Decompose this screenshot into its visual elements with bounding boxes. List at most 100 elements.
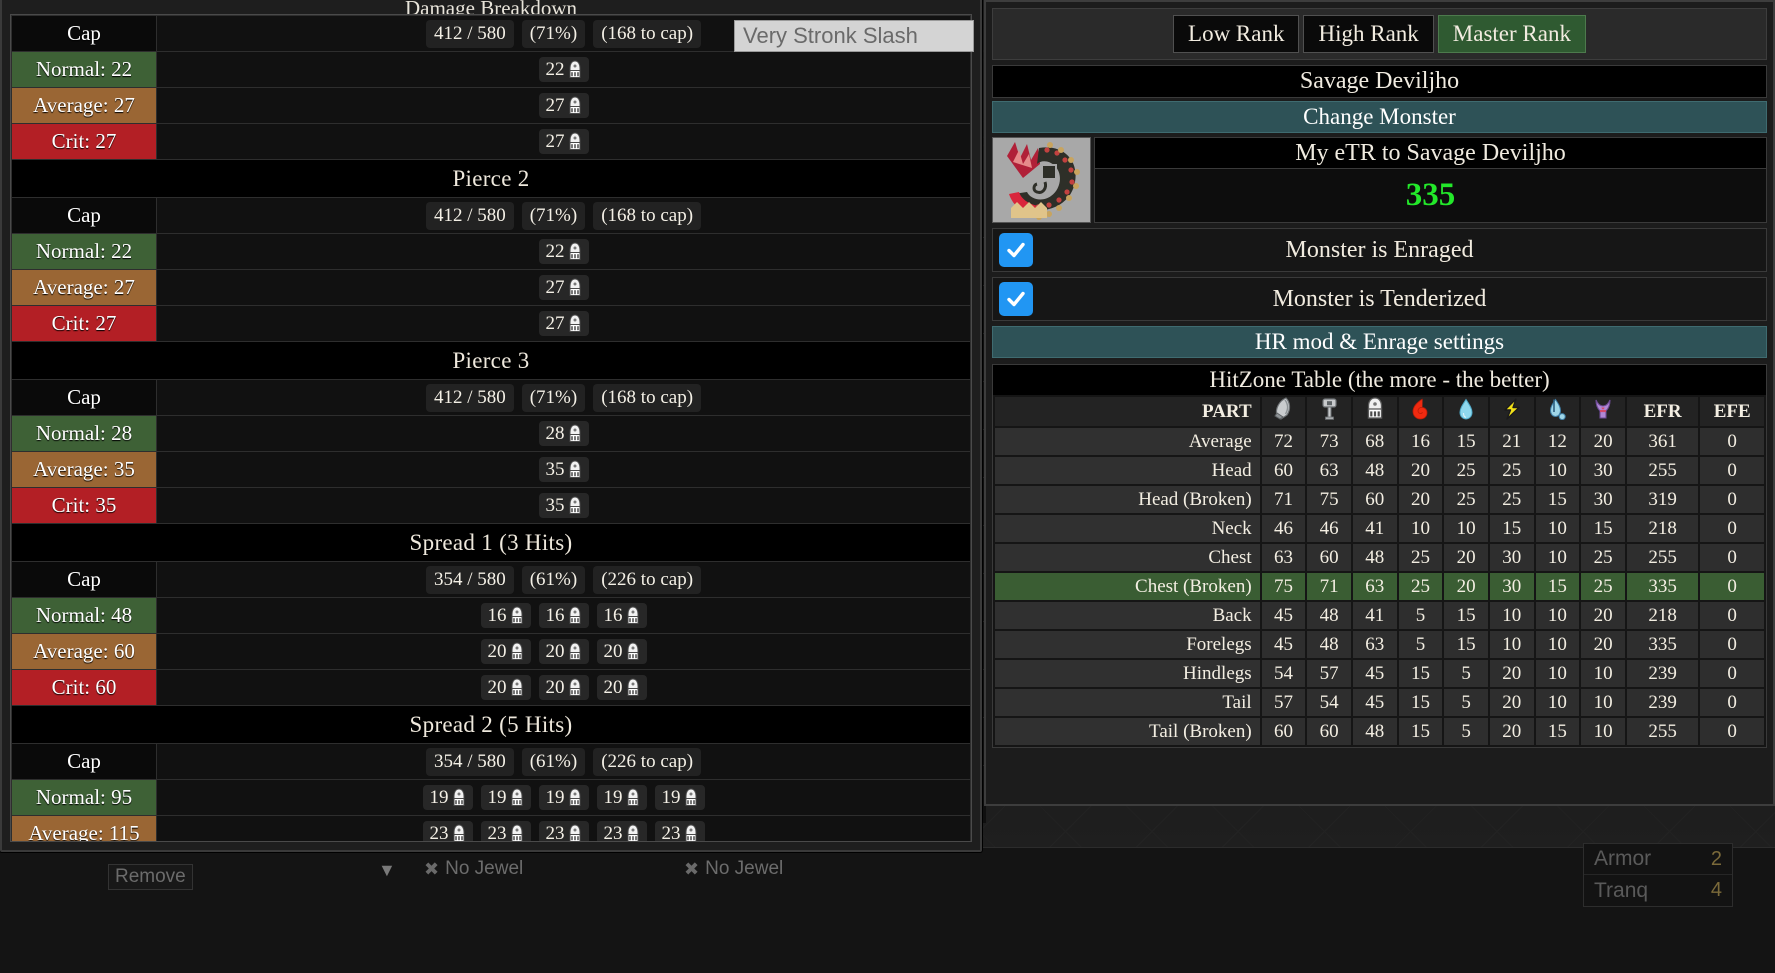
hitzone-row[interactable]: Head 60 63 48 20 25 25 10 30 255 0	[995, 457, 1764, 484]
hitzone-row-part: Forelegs	[995, 631, 1260, 658]
damage-hit-chip: 23	[654, 820, 705, 842]
hitzone-cell-dragon: 30	[1581, 457, 1625, 484]
damage-cap-to-cap: (226 to cap)	[593, 565, 702, 594]
hitzone-cell-dragon: 25	[1581, 544, 1625, 571]
etr-title: My eTR to Savage Deviljho	[1094, 137, 1767, 169]
enraged-checkbox-row[interactable]: Monster is Enraged	[992, 228, 1767, 272]
damage-cap-values: 354 / 580 (61%) (226 to cap)	[156, 743, 971, 780]
damage-breakdown-body[interactable]: Cap 412 / 580 (71%) (168 to cap) Normal: 22 2…	[10, 14, 972, 842]
damage-hit-chip: 27	[538, 274, 589, 301]
damage-hit-chip: 19	[480, 784, 531, 811]
damage-row-label-crit: Crit: 27	[11, 123, 157, 160]
hitzone-cell-thunder: 30	[1489, 573, 1534, 600]
damage-row-label-average: Average: 115	[11, 815, 157, 841]
damage-hit-value: 23	[661, 822, 681, 842]
damage-hit-chip: 20	[538, 674, 589, 701]
damage-section-header: Pierce 2	[11, 159, 971, 198]
hitzone-row-part: Average	[995, 428, 1260, 455]
damage-hit-chip: 28	[538, 420, 589, 447]
hitzone-row[interactable]: Hindlegs 54 57 45 15 5 20 10 10 239 0	[995, 660, 1764, 687]
armor-row: Armor 2	[1584, 844, 1732, 875]
hitzone-cell-thunder: 20	[1489, 689, 1534, 716]
hitzone-cell-dragon: 25	[1581, 573, 1625, 600]
tenderized-checkbox-row[interactable]: Monster is Tenderized	[992, 277, 1767, 321]
hitzone-row[interactable]: Average 72 73 68 16 15 21 12 20 361 0	[995, 428, 1764, 455]
hitzone-row-part: Chest	[995, 544, 1260, 571]
hitzone-cell-water: 20	[1444, 573, 1488, 600]
hitzone-cell-ice: 10	[1535, 631, 1580, 658]
damage-hit-chip: 23	[422, 820, 473, 841]
rank-button-low[interactable]: Low Rank	[1173, 15, 1300, 53]
enraged-label: Monster is Enraged	[1285, 236, 1474, 263]
hitzone-cell-fire: 25	[1398, 544, 1443, 571]
damage-hit-value: 27	[545, 94, 565, 116]
hitzone-cell-dragon: 20	[1581, 602, 1625, 629]
jewel-slot-2-label: No Jewel	[705, 858, 784, 879]
hitzone-col-efr: EFR	[1626, 397, 1699, 426]
hitzone-cell-slash: 54	[1261, 660, 1306, 687]
damage-hit-value: 20	[545, 640, 565, 662]
tenderized-checkbox[interactable]	[999, 282, 1033, 316]
damage-hit-chip: 19	[596, 784, 647, 811]
hitzone-cell-blunt: 48	[1307, 631, 1351, 658]
damage-hit-value: 23	[603, 822, 623, 842]
hitzone-cell-thunder: 25	[1489, 457, 1534, 484]
damage-row-hits: 20 20 20	[156, 633, 971, 670]
hitzone-col-efe: EFE	[1700, 397, 1764, 426]
etr-section: My eTR to Savage Deviljho 335	[992, 137, 1767, 223]
tenderized-label: Monster is Tenderized	[1272, 285, 1487, 312]
tranq-label: Tranq	[1594, 878, 1649, 902]
thunder-icon	[1502, 397, 1522, 426]
enraged-checkbox[interactable]	[999, 233, 1033, 267]
hitzone-row[interactable]: Tail (Broken) 60 60 48 15 5 20 15 10 255 0	[995, 718, 1764, 745]
damage-row-label-normal: Normal: 22	[11, 233, 157, 270]
jewel-slot-1[interactable]: ✖ No Jewel	[424, 858, 523, 880]
damage-hit-chip: 19	[538, 784, 589, 811]
hitzone-cell-water: 20	[1444, 544, 1488, 571]
hitzone-cell-ice: 10	[1535, 689, 1580, 716]
hitzone-row[interactable]: Forelegs 45 48 63 5 15 10 10 20 335 0	[995, 631, 1764, 658]
damage-row: Normal: 28 28	[11, 415, 971, 452]
remove-button[interactable]: Remove	[108, 864, 193, 890]
hitzone-row[interactable]: Head (Broken) 71 75 60 20 25 25 15 30 319 0	[995, 486, 1764, 513]
damage-table: Cap 412 / 580 (71%) (168 to cap) Normal: 22 2…	[11, 15, 971, 842]
rank-button-master[interactable]: Master Rank	[1437, 15, 1586, 53]
hitzone-cell-thunder: 10	[1489, 631, 1534, 658]
ammo-icon	[626, 642, 640, 661]
damage-hit-value: 16	[603, 604, 623, 626]
rank-button-high[interactable]: High Rank	[1303, 15, 1434, 53]
damage-cap-label: Cap	[11, 379, 157, 416]
damage-cap-values: 354 / 580 (61%) (226 to cap)	[156, 561, 971, 598]
hr-mod-button[interactable]: HR mod & Enrage settings	[992, 326, 1767, 358]
jewel-slot-2[interactable]: ✖ No Jewel	[684, 858, 783, 880]
damage-cap-label: Cap	[11, 15, 157, 52]
damage-row-label-average: Average: 60	[11, 633, 157, 670]
damage-row-hits: 27	[156, 305, 971, 342]
ammo-icon	[626, 824, 640, 841]
damage-hit-value: 35	[545, 458, 565, 480]
damage-cap-ratio: 354 / 580	[425, 747, 514, 776]
deviljho-glyph	[993, 138, 1090, 222]
ammo-icon	[568, 96, 582, 115]
damage-hit-chip: 23	[480, 820, 531, 841]
hitzone-row[interactable]: Chest 63 60 48 25 20 30 10 25 255 0	[995, 544, 1764, 571]
damage-section-header-label: Pierce 2	[11, 159, 971, 198]
fire-icon	[1410, 398, 1430, 426]
damage-row-label-crit: Crit: 60	[11, 669, 157, 706]
hitzone-row-part: Chest (Broken)	[995, 573, 1260, 600]
hitzone-cell-ice: 10	[1535, 660, 1580, 687]
dropdown-arrow-1[interactable]: ▼	[378, 860, 396, 881]
weapon-name-field[interactable]: Very Stronk Slash	[734, 20, 974, 52]
hitzone-cell-blunt: 75	[1307, 486, 1351, 513]
hitzone-cell-shot: 48	[1352, 457, 1397, 484]
hitzone-row[interactable]: Chest (Broken) 75 71 63 25 20 30 15 25 335 0	[995, 573, 1764, 600]
hitzone-row[interactable]: Back 45 48 41 5 15 10 10 20 218 0	[995, 602, 1764, 629]
etr-value: 335	[1405, 177, 1456, 213]
hitzone-row[interactable]: Tail 57 54 45 15 5 20 10 10 239 0	[995, 689, 1764, 716]
damage-cap-values: 412 / 580 (71%) (168 to cap)	[156, 197, 971, 234]
hitzone-row[interactable]: Neck 46 46 41 10 10 15 10 15 218 0	[995, 515, 1764, 542]
change-monster-button[interactable]: Change Monster	[992, 101, 1767, 133]
blunt-icon	[1307, 397, 1351, 426]
hitzone-row-part: Head (Broken)	[995, 486, 1260, 513]
damage-row-hits: 27	[156, 123, 971, 160]
